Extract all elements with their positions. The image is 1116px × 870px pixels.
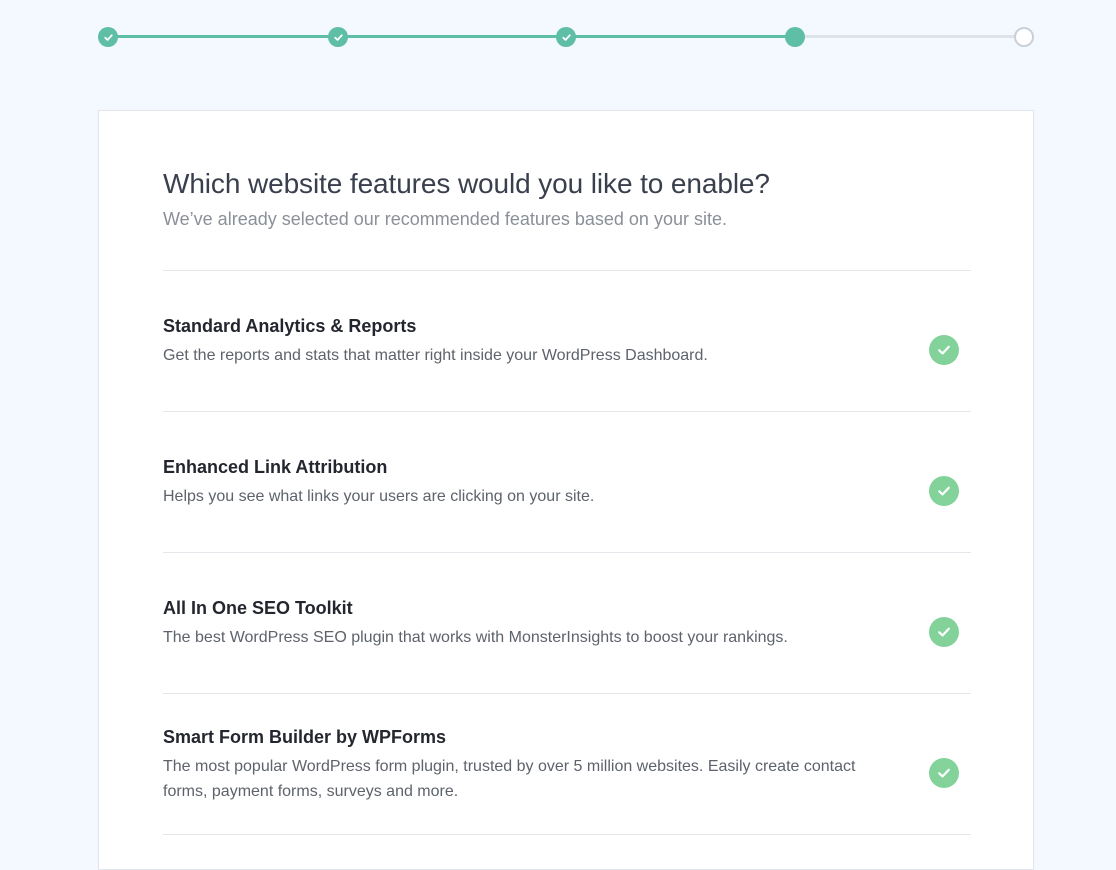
feature-item-seo-toolkit[interactable]: All In One SEO Toolkit The best WordPres… (163, 597, 971, 650)
check-circle-icon[interactable] (929, 335, 959, 365)
step-connector (795, 35, 1024, 38)
divider (163, 270, 971, 271)
divider (163, 411, 971, 412)
step-2-complete (328, 27, 348, 47)
feature-title: All In One SEO Toolkit (163, 598, 353, 618)
feature-item-analytics[interactable]: Standard Analytics & Reports Get the rep… (163, 315, 971, 368)
feature-item-form-builder[interactable]: Smart Form Builder by WPForms The most p… (163, 726, 971, 804)
divider (163, 693, 971, 694)
feature-title: Standard Analytics & Reports (163, 316, 417, 336)
page-title: Which website features would you like to… (163, 168, 770, 199)
step-connector (338, 35, 566, 38)
page-subtitle: We’ve already selected our recommended f… (163, 209, 727, 229)
feature-item-link-attribution[interactable]: Enhanced Link Attribution Helps you see … (163, 456, 971, 509)
feature-title: Enhanced Link Attribution (163, 457, 388, 477)
card-header: Which website features would you like to… (163, 167, 971, 231)
divider (163, 552, 971, 553)
step-5-upcoming (1014, 27, 1034, 47)
feature-description: Get the reports and stats that matter ri… (163, 347, 708, 364)
feature-description: The most popular WordPress form plugin, … (163, 758, 856, 800)
divider (163, 834, 971, 835)
feature-title: Smart Form Builder by WPForms (163, 727, 447, 747)
check-icon (103, 33, 113, 41)
progress-stepper (0, 0, 1116, 80)
check-circle-icon[interactable] (929, 758, 959, 788)
check-circle-icon[interactable] (929, 476, 959, 506)
step-connector (566, 35, 795, 38)
check-circle-icon[interactable] (929, 617, 959, 647)
feature-description: Helps you see what links your users are … (163, 488, 595, 505)
feature-description: The best WordPress SEO plugin that works… (163, 629, 788, 646)
step-4-current (785, 27, 805, 47)
step-3-complete (556, 27, 576, 47)
step-connector (108, 35, 338, 38)
features-card: Which website features would you like to… (98, 110, 1034, 870)
step-1-complete (98, 27, 118, 47)
check-icon (333, 33, 343, 41)
check-icon (561, 33, 571, 41)
